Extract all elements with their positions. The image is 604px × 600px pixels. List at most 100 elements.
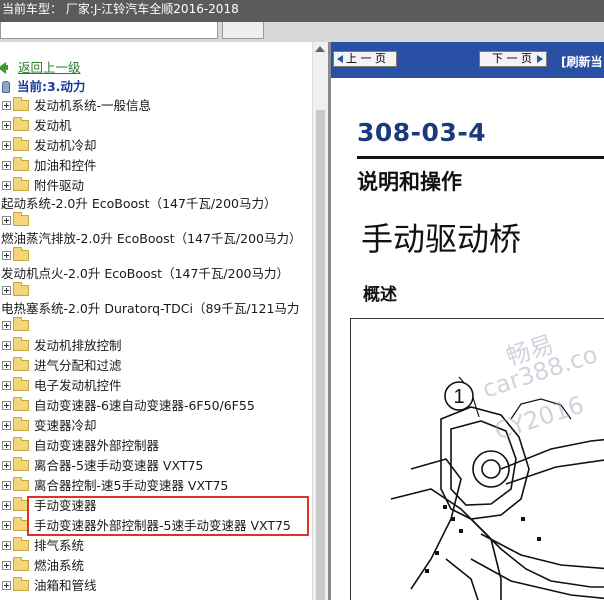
tree-item[interactable]: 加油和控件 xyxy=(2,156,97,176)
tree-item[interactable]: 燃油蒸汽排放-2.0升 EcoBoost（147千瓦/200马力） xyxy=(1,229,302,249)
folder-icon xyxy=(13,557,29,571)
back-link[interactable]: 返回上一级 xyxy=(18,60,81,75)
tree-item-folder-row[interactable] xyxy=(2,211,34,231)
folder-icon xyxy=(13,317,29,331)
folder-icon xyxy=(13,247,29,261)
tree-item[interactable]: 自动变速器-6速自动变速器-6F50/6F55 xyxy=(2,396,255,416)
scrollbar-thumb[interactable] xyxy=(316,110,325,600)
scroll-up-icon[interactable] xyxy=(315,46,325,52)
expand-icon[interactable] xyxy=(2,481,11,490)
transaxle-diagram: 1 畅易 car388.co CY2016 xyxy=(350,318,604,600)
tree-item-label: 电子发动机控件 xyxy=(34,378,122,393)
expand-icon[interactable] xyxy=(2,141,11,150)
tree-item-label: 离合器-5速手动变速器 VXT75 xyxy=(34,458,204,473)
expand-icon[interactable] xyxy=(2,321,11,330)
expand-icon[interactable] xyxy=(2,361,11,370)
tree-item-label: 发动机排放控制 xyxy=(34,338,122,353)
search-input[interactable] xyxy=(0,22,218,39)
search-toolbar xyxy=(0,22,604,42)
tree-item-label: 燃油蒸汽排放-2.0升 EcoBoost（147千瓦/200马力） xyxy=(1,231,302,246)
bookmark-icon xyxy=(2,80,10,93)
folder-icon xyxy=(13,377,29,391)
section-title: 说明和操作 xyxy=(357,170,462,194)
tree-item[interactable]: 排气系统 xyxy=(2,536,84,556)
tree-item-label: 附件驱动 xyxy=(34,178,85,193)
expand-icon[interactable] xyxy=(2,381,11,390)
tree-item-label: 自动变速器-6速自动变速器-6F50/6F55 xyxy=(34,398,255,413)
tree-item-folder-row[interactable] xyxy=(2,281,34,301)
tree-item[interactable]: 发动机 xyxy=(2,116,72,136)
folder-icon xyxy=(13,177,29,191)
tree-item-label: 发动机冷却 xyxy=(34,138,97,153)
callout-number: 1 xyxy=(453,386,464,408)
expand-icon[interactable] xyxy=(2,181,11,190)
tree-item[interactable]: 变速器冷却 xyxy=(2,416,97,436)
viewer-nav-bar: 上 一 页 下 一 页 [刷新当 xyxy=(331,42,604,78)
tree-item[interactable]: 燃油系统 xyxy=(2,556,84,576)
page-title: 手动驱动桥 xyxy=(361,220,522,258)
current-node: 当前:3.动力 xyxy=(2,77,85,97)
tree-item[interactable]: 电热塞系统-2.0升 Duratorq-TDCi（89千瓦/121马力 xyxy=(1,299,299,319)
tree-item[interactable]: 进气分配和过滤 xyxy=(2,356,122,376)
folder-icon xyxy=(13,282,29,296)
expand-icon[interactable] xyxy=(2,101,11,110)
tree-scrollbar[interactable] xyxy=(312,42,328,600)
tree-item-label: 油箱和管线 xyxy=(34,578,97,593)
tree-item[interactable]: 发动机系统-一般信息 xyxy=(2,96,151,116)
tree-item-label: 加油和控件 xyxy=(34,158,97,173)
expand-icon[interactable] xyxy=(2,121,11,130)
expand-icon[interactable] xyxy=(2,216,11,225)
tree-item-label: 燃油系统 xyxy=(34,558,85,573)
expand-icon[interactable] xyxy=(2,441,11,450)
prev-page-button[interactable]: 上 一 页 xyxy=(333,51,397,67)
expand-icon[interactable] xyxy=(2,341,11,350)
expand-icon[interactable] xyxy=(2,286,11,295)
tree-item[interactable]: 离合器控制-速5手动变速器 VXT75 xyxy=(2,476,228,496)
folder-icon xyxy=(13,117,29,131)
expand-icon[interactable] xyxy=(2,521,11,530)
next-page-button[interactable]: 下 一 页 xyxy=(479,51,547,67)
tree-item-label: 离合器控制-速5手动变速器 VXT75 xyxy=(34,478,229,493)
folder-icon xyxy=(13,97,29,111)
search-button[interactable] xyxy=(222,22,264,39)
expand-icon[interactable] xyxy=(2,501,11,510)
tree-item[interactable]: 油箱和管线 xyxy=(2,576,97,596)
folder-icon xyxy=(13,357,29,371)
expand-icon[interactable] xyxy=(2,251,11,260)
tree-item[interactable]: 离合器-5速手动变速器 VXT75 xyxy=(2,456,203,476)
window-title-bar: 当前车型： 厂家:J-江铃汽车全顺2016-2018 xyxy=(0,0,604,22)
expand-icon[interactable] xyxy=(2,461,11,470)
tree-item-label: 发动机 xyxy=(34,118,72,133)
expand-icon[interactable] xyxy=(2,401,11,410)
tree-item[interactable]: 发动机点火-2.0升 EcoBoost（147千瓦/200马力） xyxy=(1,264,289,284)
tree-item-label: 起动系统-2.0升 EcoBoost（147千瓦/200马力） xyxy=(1,196,277,211)
refresh-link[interactable]: [刷新当 xyxy=(561,53,603,70)
tree-item-label: 发动机系统-一般信息 xyxy=(34,98,152,113)
tree-item[interactable]: 起动系统-2.0升 EcoBoost（147千瓦/200马力） xyxy=(1,194,277,214)
tree-item[interactable]: 自动变速器外部控制器 xyxy=(2,436,159,456)
window-title: 当前车型： 厂家:J-江铃汽车全顺2016-2018 xyxy=(2,2,239,16)
tree-item[interactable]: 发动机冷却 xyxy=(2,136,97,156)
folder-icon xyxy=(13,457,29,471)
tree-item[interactable]: 电子发动机控件 xyxy=(2,376,122,396)
back-row[interactable]: 返回上一级 xyxy=(0,58,81,78)
expand-icon[interactable] xyxy=(2,161,11,170)
folder-icon xyxy=(13,212,29,226)
expand-icon[interactable] xyxy=(2,421,11,430)
expand-icon[interactable] xyxy=(2,541,11,550)
folder-icon xyxy=(13,537,29,551)
expand-icon[interactable] xyxy=(2,561,11,570)
tree-item[interactable]: 发动机排放控制 xyxy=(2,336,122,356)
tree-item-label: 电热塞系统-2.0升 Duratorq-TDCi（89千瓦/121马力 xyxy=(1,301,300,316)
document-viewer: 上 一 页 下 一 页 [刷新当 308-03-4 说明和操作 手动驱动桥 概述 xyxy=(331,42,604,600)
tree-item[interactable]: 附件驱动 xyxy=(2,176,84,196)
tree-item-label: 变速器冷却 xyxy=(34,418,97,433)
expand-icon[interactable] xyxy=(2,581,11,590)
arrow-right-icon xyxy=(537,55,543,63)
arrow-left-icon xyxy=(337,55,343,63)
tree-item-label: 进气分配和过滤 xyxy=(34,358,122,373)
folder-icon xyxy=(13,157,29,171)
tree-item-folder-row[interactable] xyxy=(2,246,34,266)
title-rule xyxy=(357,156,604,159)
tree-item-folder-row[interactable] xyxy=(2,316,34,336)
